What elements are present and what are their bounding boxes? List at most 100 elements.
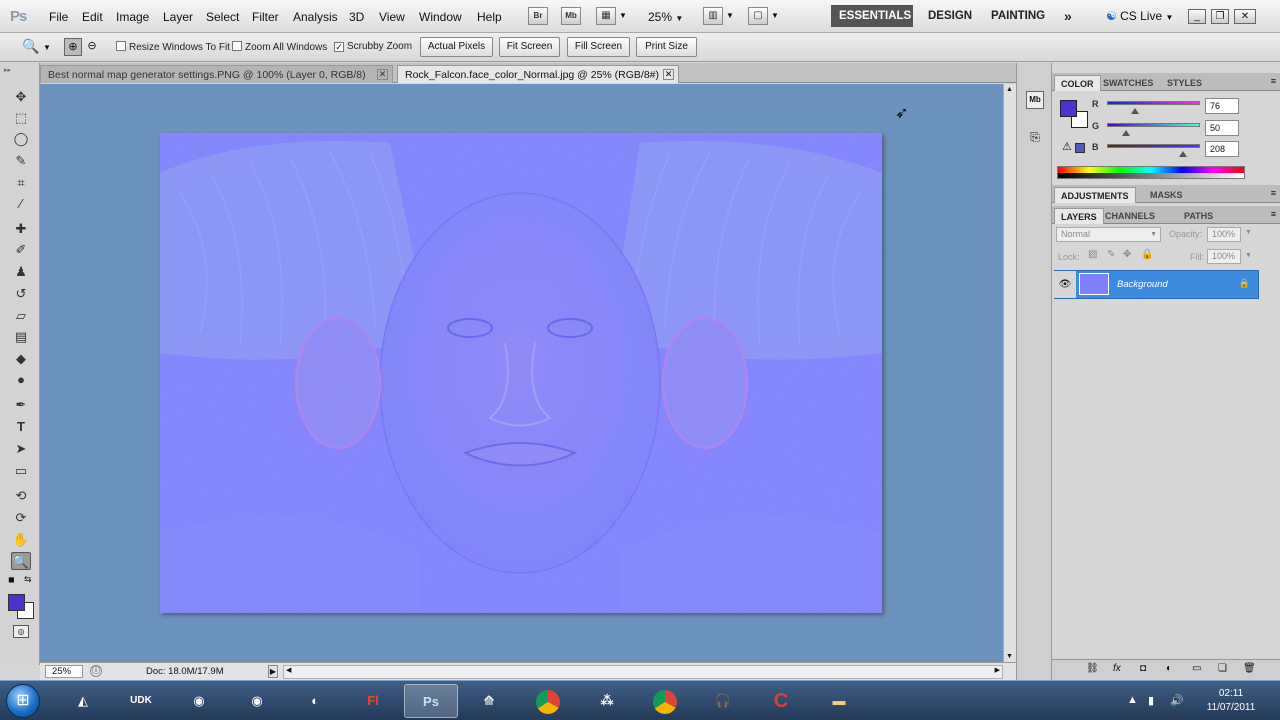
tab-adjustments[interactable]: ADJUSTMENTS xyxy=(1054,187,1136,203)
lock-position-icon[interactable]: ✥ xyxy=(1123,249,1131,260)
path-selection-tool-icon[interactable]: ➤ xyxy=(11,440,31,458)
quick-mask-icon[interactable]: ◎ xyxy=(13,625,29,638)
workspace-essentials[interactable]: ESSENTIALS xyxy=(831,5,913,27)
pen-tool-icon[interactable]: ✒ xyxy=(11,396,31,414)
view-extras-icon[interactable]: ▦ xyxy=(596,7,616,25)
tray-show-hidden-icon[interactable]: ▲ xyxy=(1127,694,1138,706)
new-group-icon[interactable]: ▭ xyxy=(1192,663,1201,674)
taskbar-app-topogun[interactable]: ⟰ xyxy=(462,684,516,718)
foreground-color-swatch[interactable] xyxy=(8,594,25,611)
layer-style-icon[interactable]: fx xyxy=(1113,663,1121,674)
link-layers-icon[interactable]: ⛓ xyxy=(1086,663,1099,674)
channel-g-thumb[interactable] xyxy=(1122,130,1130,136)
delete-layer-icon[interactable]: 🗑 xyxy=(1243,663,1256,674)
tab-styles[interactable]: STYLES xyxy=(1161,75,1208,91)
print-size-button[interactable]: Print Size xyxy=(636,37,697,57)
menu-image[interactable]: Image xyxy=(116,10,149,24)
restore-icon[interactable]: ❐ xyxy=(1211,9,1229,24)
tool-preset-chevron-icon[interactable]: ▼ xyxy=(43,43,51,52)
status-menu-arrow-icon[interactable]: ▶ xyxy=(268,665,278,678)
taskbar-app-chrome[interactable] xyxy=(521,684,575,718)
adjustment-layer-icon[interactable]: ◐ xyxy=(1166,663,1172,674)
menu-window[interactable]: Window xyxy=(419,10,462,24)
type-tool-icon[interactable]: T xyxy=(11,418,31,436)
actual-pixels-button[interactable]: Actual Pixels xyxy=(420,37,493,57)
taskbar-app-audacity[interactable]: 🎧 xyxy=(696,684,750,718)
minibridge-panel-icon[interactable]: Mb xyxy=(1026,91,1044,109)
zoom-tool-icon[interactable]: 🔍 xyxy=(11,552,31,570)
blend-mode-select[interactable]: Normal ▼ xyxy=(1056,227,1161,242)
3d-orbit-tool-icon[interactable]: ⟳ xyxy=(11,509,31,527)
channel-b-value[interactable]: 208 xyxy=(1205,141,1239,157)
tab-masks[interactable]: MASKS xyxy=(1144,187,1189,203)
fit-screen-button[interactable]: Fit Screen xyxy=(499,37,560,57)
workspace-painting[interactable]: PAINTING xyxy=(983,5,1053,27)
zoom-level-select[interactable]: 25% ▼ xyxy=(648,10,683,24)
status-zoom-field[interactable]: 25% xyxy=(45,665,83,678)
collapse-panel-icon[interactable]: ▸▸ xyxy=(4,66,11,74)
taskbar-app-explorer[interactable]: ▬ xyxy=(812,684,866,718)
clone-stamp-tool-icon[interactable]: ♟ xyxy=(11,263,31,281)
3d-rotate-tool-icon[interactable]: ⟲ xyxy=(11,487,31,505)
menu-view[interactable]: View xyxy=(379,10,405,24)
normal-map-image[interactable] xyxy=(160,133,882,613)
zoom-out-icon[interactable]: ⊖ xyxy=(83,38,101,56)
minibridge-button[interactable]: Mb xyxy=(561,7,581,25)
workspace-overflow-button[interactable]: » xyxy=(1056,5,1080,27)
cs-live-button[interactable]: ☯ CS Live ▼ xyxy=(1106,9,1173,23)
menu-edit[interactable]: Edit xyxy=(82,10,103,24)
start-button[interactable]: ⊞ xyxy=(6,684,40,718)
bridge-button[interactable]: Br xyxy=(528,7,548,25)
menu-filter[interactable]: Filter xyxy=(252,10,279,24)
fill-screen-button[interactable]: Fill Screen xyxy=(567,37,630,57)
channel-r-thumb[interactable] xyxy=(1131,108,1139,114)
hand-tool-icon[interactable]: ✋ xyxy=(11,531,31,549)
opacity-field[interactable]: 100% xyxy=(1207,227,1241,242)
status-info-icon[interactable]: ⓘ xyxy=(90,665,102,677)
screen-mode-icon[interactable]: ▢ xyxy=(748,7,768,25)
panel-menu-icon[interactable]: ≡ xyxy=(1271,76,1276,86)
swap-colors-icon[interactable]: ⇆ xyxy=(24,574,32,585)
layer-name[interactable]: Background xyxy=(1117,279,1168,290)
layer-row-background[interactable]: 👁 Background 🔒 xyxy=(1054,270,1259,299)
resize-windows-checkbox[interactable]: Resize Windows To Fit xyxy=(116,41,230,53)
zoom-all-windows-checkbox[interactable]: Zoom All Windows xyxy=(232,41,327,53)
close-icon[interactable]: ✕ xyxy=(1234,9,1256,24)
lasso-tool-icon[interactable]: ◯ xyxy=(11,130,31,148)
opacity-chevron-icon[interactable]: ▼ xyxy=(1245,229,1252,236)
marquee-tool-icon[interactable]: ⬚ xyxy=(11,109,31,127)
blur-tool-icon[interactable]: ◆ xyxy=(11,350,31,368)
scrubby-zoom-checkbox[interactable]: ✓ Scrubby Zoom xyxy=(334,41,412,52)
shape-tool-icon[interactable]: ▭ xyxy=(11,462,31,480)
channel-b-slider[interactable] xyxy=(1107,144,1200,148)
history-brush-tool-icon[interactable]: ↺ xyxy=(11,285,31,303)
horizontal-scrollbar[interactable]: ◀ ▶ xyxy=(283,665,1003,679)
tab-best-normal-map[interactable]: Best normal map generator settings.PNG @… xyxy=(40,65,393,83)
lock-all-icon[interactable]: 🔒 xyxy=(1141,249,1153,260)
scroll-left-icon[interactable]: ◀ xyxy=(286,666,291,674)
canvas-area[interactable]: ➶ xyxy=(40,84,1003,662)
menu-analysis[interactable]: Analysis xyxy=(293,10,338,24)
tab-channels[interactable]: CHANNELS xyxy=(1099,208,1161,224)
taskbar-app-spline[interactable]: ◉ xyxy=(230,684,284,718)
taskbar-app-blackberry[interactable]: ⁂ xyxy=(580,684,634,718)
arrange-documents-icon[interactable]: ▥ xyxy=(703,7,723,25)
taskbar-app-chrome-dev[interactable] xyxy=(638,684,692,718)
menu-layer[interactable]: Layer xyxy=(163,10,193,24)
close-tab-icon[interactable]: ✕ xyxy=(377,69,388,80)
zoom-tool-icon[interactable]: 🔍 xyxy=(22,38,39,55)
vertical-scrollbar[interactable]: ▲ ▼ xyxy=(1003,84,1016,662)
channel-r-value[interactable]: 76 xyxy=(1205,98,1239,114)
taskbar-app-flash[interactable]: Fl xyxy=(346,684,400,718)
dodge-tool-icon[interactable]: ● xyxy=(11,371,31,389)
taskbar-app-terragen[interactable]: ◐ xyxy=(288,684,342,718)
taskbar-app-ccleaner[interactable]: C xyxy=(754,684,808,718)
volume-icon[interactable]: 🔊 xyxy=(1170,694,1184,707)
tab-swatches[interactable]: SWATCHES xyxy=(1097,75,1159,91)
channel-r-slider[interactable] xyxy=(1107,101,1200,105)
scroll-up-icon[interactable]: ▲ xyxy=(1006,86,1013,93)
move-tool-icon[interactable]: ✥ xyxy=(11,88,31,106)
color-foreground-swatch[interactable] xyxy=(1060,100,1077,117)
history-panel-icon[interactable]: ⎘ xyxy=(1026,129,1044,147)
new-layer-icon[interactable]: ❏ xyxy=(1218,663,1227,674)
